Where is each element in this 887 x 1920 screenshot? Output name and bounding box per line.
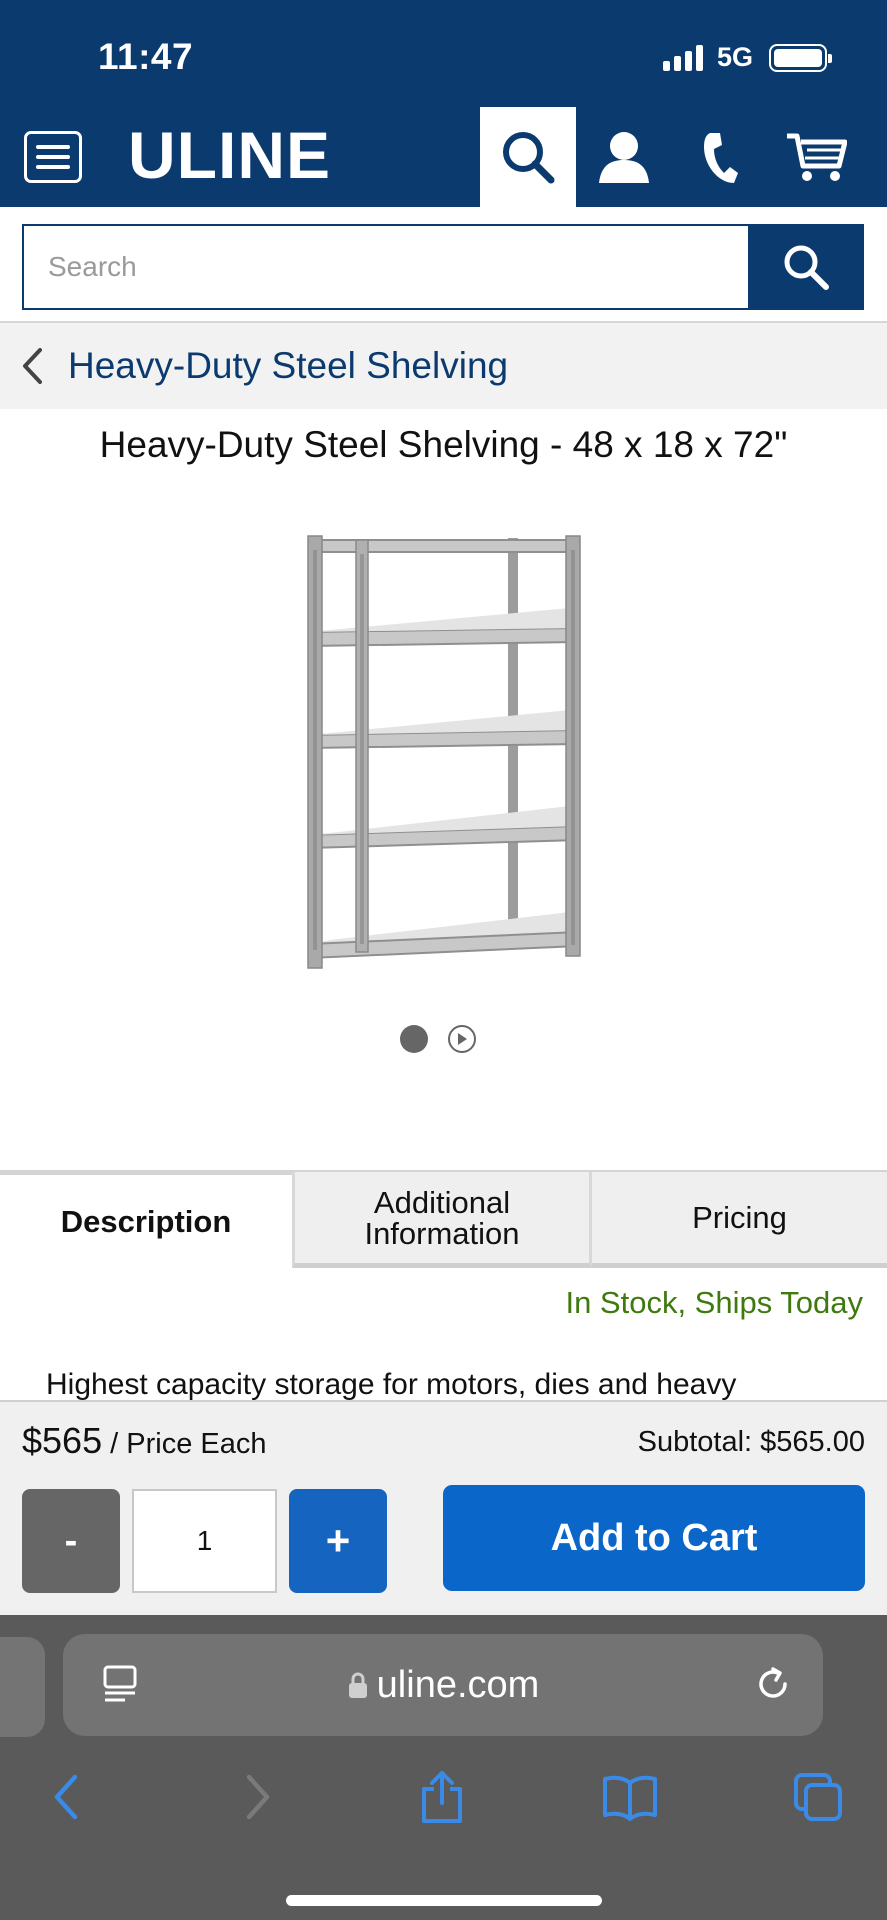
uline-logo[interactable]: ULINE <box>128 117 331 193</box>
url-text: uline.com <box>376 1664 540 1706</box>
subtotal: Subtotal: $565.00 <box>637 1426 865 1458</box>
carousel-dot-image[interactable] <box>400 1025 428 1053</box>
forward-icon[interactable] <box>228 1767 288 1827</box>
add-to-cart-bar: $565 / Price Each Subtotal: $565.00 - + … <box>0 1400 887 1615</box>
phone-icon[interactable] <box>672 107 768 207</box>
search-icon[interactable] <box>480 107 576 207</box>
search-input[interactable] <box>22 224 750 310</box>
browser-toolbar: uline.com <box>0 1615 887 1920</box>
tab-pricing[interactable]: Pricing <box>592 1172 887 1268</box>
search-bar <box>0 207 887 321</box>
quantity-input[interactable] <box>132 1489 277 1593</box>
account-icon[interactable] <box>576 107 672 207</box>
menu-icon[interactable] <box>24 131 82 183</box>
previous-tab-peek[interactable] <box>0 1637 45 1737</box>
tab-additional-information[interactable]: Additional Information <box>292 1172 592 1268</box>
tabs-icon[interactable] <box>788 1767 848 1827</box>
tab-label: Additional Information <box>364 1184 520 1251</box>
battery-icon <box>769 43 832 72</box>
lock-icon <box>348 1672 367 1698</box>
add-to-cart-button[interactable]: Add to Cart <box>443 1485 865 1591</box>
product-image[interactable] <box>300 530 590 975</box>
description-text: Highest capacity storage for motors, die… <box>46 1368 737 1401</box>
quantity-decrease-button[interactable]: - <box>22 1489 120 1593</box>
search-submit-button[interactable] <box>748 224 864 310</box>
bookmarks-icon[interactable] <box>600 1767 660 1827</box>
reload-icon[interactable] <box>753 1664 793 1709</box>
status-time: 11:47 <box>98 36 194 77</box>
share-icon[interactable] <box>412 1767 472 1827</box>
quantity-increase-button[interactable]: + <box>289 1489 387 1593</box>
status-indicators: 5G <box>662 42 832 73</box>
network-label: 5G <box>716 42 753 72</box>
chevron-left-icon[interactable] <box>20 346 50 386</box>
stock-status: In Stock, Ships Today <box>565 1285 863 1320</box>
home-indicator[interactable] <box>286 1895 602 1906</box>
product-title: Heavy-Duty Steel Shelving - 48 x 18 x 72… <box>99 424 788 465</box>
price-unit: / Price Each <box>102 1428 267 1460</box>
signal-icon <box>662 44 703 71</box>
breadcrumb[interactable]: Heavy-Duty Steel Shelving <box>0 323 887 409</box>
search-icon <box>784 245 829 290</box>
address-bar[interactable]: uline.com <box>63 1634 823 1736</box>
play-icon[interactable] <box>448 1025 476 1053</box>
url-display[interactable]: uline.com <box>63 1664 823 1707</box>
cart-icon[interactable] <box>768 107 864 207</box>
browser-nav-row <box>0 1767 887 1847</box>
breadcrumb-link[interactable]: Heavy-Duty Steel Shelving <box>68 345 508 387</box>
tab-description[interactable]: Description <box>0 1172 292 1268</box>
price-value: $565 <box>22 1420 103 1461</box>
back-icon[interactable] <box>36 1767 96 1827</box>
price: $565 / Price Each <box>22 1420 267 1462</box>
app-header: 11:47 5G ULINE <box>0 0 887 207</box>
product-tabs: Description Additional Information Prici… <box>0 1170 887 1268</box>
image-carousel-dots <box>400 1025 476 1053</box>
